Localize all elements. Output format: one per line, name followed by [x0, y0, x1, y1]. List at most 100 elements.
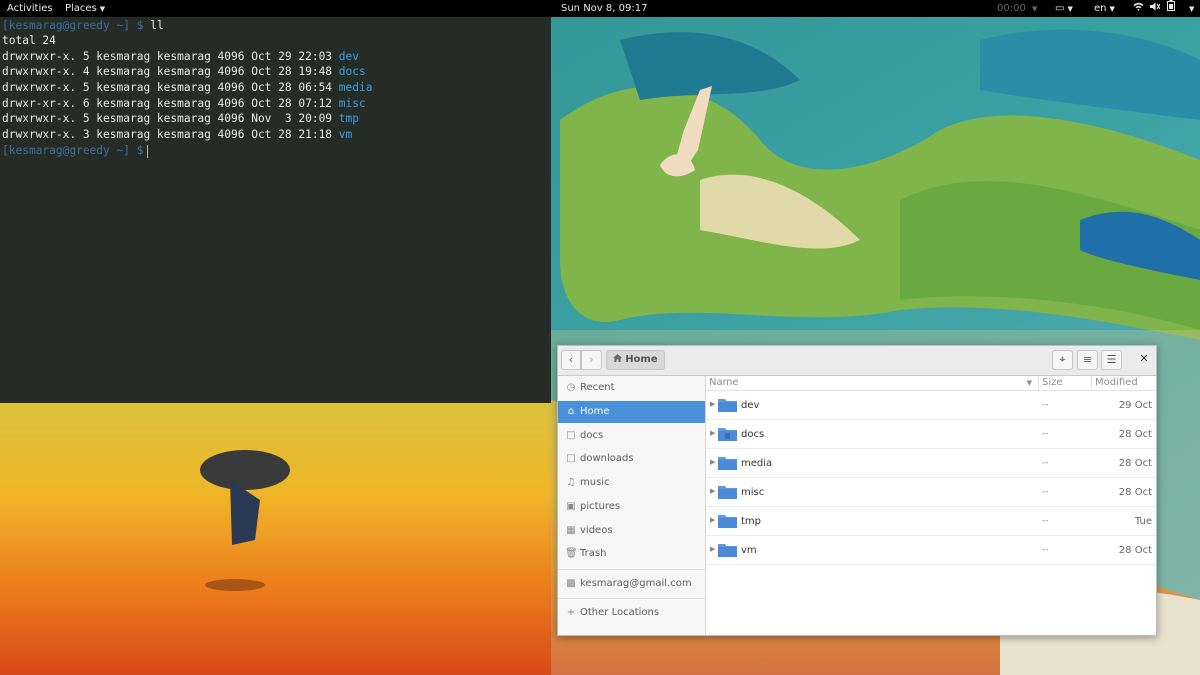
path-home-button[interactable]: Home — [606, 350, 665, 370]
terminal-entry: drwxrwxr-x. 5 kesmarag kesmarag 4096 Oct… — [2, 80, 372, 95]
expand-arrow-icon[interactable]: ▶ — [710, 545, 715, 553]
terminal-entry-name: docs — [338, 65, 366, 78]
folder-icon — [718, 485, 737, 499]
file-modified: 28 Oct — [1118, 429, 1152, 440]
clock[interactable]: Sun Nov 8, 09:17 — [561, 0, 647, 17]
sidebar-item-account[interactable]: ▩ kesmarag@gmail.com — [558, 573, 705, 595]
terminal-prompt: [kesmarag@greedy ~] $ — [2, 19, 144, 32]
expand-arrow-icon[interactable]: ▶ — [710, 429, 715, 437]
column-header-size[interactable]: Size — [1039, 376, 1092, 390]
column-header-label: Name — [709, 377, 739, 388]
sidebar: ◷ Recent ⌂ Home □ docs □ downloads ♫ music ▣ p… — [558, 376, 706, 635]
table-row[interactable]: ▶ tmp -- Tue — [706, 507, 1156, 536]
close-icon: ✕ — [1139, 352, 1149, 365]
table-row[interactable]: ▶ docs -- 28 Oct — [706, 420, 1156, 449]
table-row[interactable]: ▶ misc -- 28 Oct — [706, 478, 1156, 507]
terminal-entry: drwxr-xr-x. 6 kesmarag kesmarag 4096 Oct… — [2, 96, 366, 111]
expand-arrow-icon[interactable]: ▶ — [710, 487, 715, 495]
chevron-right-icon: › — [589, 353, 594, 366]
system-menu-chevron-icon[interactable]: ▼ — [1186, 0, 1194, 17]
chevron-down-icon: ▼ — [1032, 5, 1038, 13]
table-row[interactable]: ▶ media -- 28 Oct — [706, 449, 1156, 478]
menu-button[interactable]: ☰ — [1101, 350, 1122, 370]
sidebar-divider — [558, 569, 705, 570]
location-button[interactable]: ⌖ — [1052, 350, 1073, 370]
sidebar-item-docs[interactable]: □ docs — [558, 425, 705, 447]
media-time-label: 00:00 — [997, 3, 1026, 14]
file-list: Name ▼ Size Modified ▶ dev -- 29 Oct ▶ d… — [706, 376, 1156, 635]
chevron-down-icon: ▼ — [1109, 5, 1115, 13]
media-time[interactable]: 00:00 ▼ — [997, 0, 1037, 17]
file-manager-window: ‹ › Home ⌖ ≡ ☰ ✕ ◷ Recent ⌂ Home □ docs □ do… — [557, 345, 1157, 636]
back-button[interactable]: ‹ — [561, 350, 581, 370]
sidebar-item-trash[interactable]: 🗑 Trash — [558, 543, 705, 565]
file-modified: 28 Oct — [1118, 487, 1152, 498]
file-size: -- — [1042, 545, 1049, 555]
terminal-entry-name: vm — [338, 128, 353, 141]
sidebar-item-label: Other Locations — [580, 607, 660, 618]
sidebar-item-videos[interactable]: ▦ videos — [558, 520, 705, 542]
terminal-entry: drwxrwxr-x. 4 kesmarag kesmarag 4096 Oct… — [2, 64, 366, 79]
view-list-button[interactable]: ≡ — [1077, 350, 1098, 370]
activities-button[interactable]: Activities — [7, 0, 53, 17]
terminal-input-line[interactable]: [kesmarag@greedy ~] $ — [2, 143, 149, 158]
battery-icon[interactable] — [1167, 0, 1175, 17]
sidebar-item-music[interactable]: ♫ music — [558, 472, 705, 494]
top-bar: Activities Places ▼ Sun Nov 8, 09:17 00:0… — [0, 0, 1200, 17]
chevron-down-icon: ▼ — [99, 5, 106, 13]
close-button[interactable]: ✕ — [1134, 350, 1154, 370]
clipboard-icon[interactable]: ▭ ▼ — [1055, 0, 1073, 17]
terminal-entry-meta: drwxrwxr-x. 5 kesmarag kesmarag 4096 Nov… — [2, 112, 339, 125]
terminal-entry-name: tmp — [338, 112, 359, 125]
plus-icon: + — [566, 607, 576, 618]
terminal-command: ll — [150, 19, 164, 32]
terminal-entry: drwxrwxr-x. 5 kesmarag kesmarag 4096 Oct… — [2, 49, 359, 64]
file-size: -- — [1042, 516, 1049, 526]
sidebar-item-label: Trash — [580, 548, 607, 559]
table-row[interactable]: ▶ vm -- 28 Oct — [706, 536, 1156, 565]
sidebar-item-downloads[interactable]: □ downloads — [558, 448, 705, 470]
hamburger-icon: ☰ — [1106, 353, 1117, 366]
folder-icon: □ — [566, 430, 576, 441]
sidebar-item-other-locations[interactable]: + Other Locations — [558, 602, 705, 624]
expand-arrow-icon[interactable]: ▶ — [710, 458, 715, 466]
column-header-name[interactable]: Name ▼ — [706, 376, 1039, 390]
chevron-left-icon: ‹ — [568, 353, 574, 366]
documents-folder-icon — [718, 427, 737, 441]
file-modified: 28 Oct — [1118, 458, 1152, 469]
table-row[interactable]: ▶ dev -- 29 Oct — [706, 391, 1156, 420]
sidebar-divider — [558, 598, 705, 599]
sort-down-icon: ▼ — [1026, 379, 1032, 387]
language-menu[interactable]: en ▼ — [1094, 0, 1115, 17]
file-name: media — [741, 458, 773, 469]
terminal-command-line: [kesmarag@greedy ~] $ ll — [2, 18, 164, 33]
folder-icon — [718, 456, 737, 470]
path-home-label: Home — [625, 354, 658, 365]
sidebar-item-home[interactable]: ⌂ Home — [558, 401, 705, 423]
sidebar-item-label: videos — [580, 525, 613, 536]
sidebar-item-label: pictures — [580, 501, 621, 512]
sidebar-item-recent[interactable]: ◷ Recent — [558, 377, 705, 399]
clock-icon: ◷ — [566, 382, 576, 393]
file-name: misc — [741, 487, 765, 498]
terminal-window[interactable]: [kesmarag@greedy ~] $ ll total 24 drwxrw… — [0, 17, 551, 403]
terminal-entry-name: dev — [338, 50, 359, 63]
expand-arrow-icon[interactable]: ▶ — [710, 516, 715, 524]
terminal-entry-meta: drwxrwxr-x. 4 kesmarag kesmarag 4096 Oct… — [2, 65, 339, 78]
sidebar-item-pictures[interactable]: ▣ pictures — [558, 496, 705, 518]
places-menu[interactable]: Places ▼ — [65, 0, 105, 17]
file-name: vm — [741, 545, 757, 556]
terminal-cursor — [147, 144, 149, 158]
terminal-entry-meta: drwxrwxr-x. 5 kesmarag kesmarag 4096 Oct… — [2, 50, 339, 63]
terminal-entry-meta: drwxrwxr-x. 3 kesmarag kesmarag 4096 Oct… — [2, 128, 339, 141]
places-label: Places — [65, 3, 97, 14]
column-header-modified[interactable]: Modified — [1092, 376, 1156, 390]
terminal-entry-meta: drwxr-xr-x. 6 kesmarag kesmarag 4096 Oct… — [2, 97, 339, 110]
volume-icon[interactable] — [1150, 0, 1161, 17]
file-size: -- — [1042, 400, 1049, 410]
folder-icon: □ — [566, 453, 576, 464]
forward-button[interactable]: › — [581, 350, 602, 370]
wifi-icon[interactable] — [1133, 0, 1144, 17]
chevron-down-icon: ▼ — [1067, 5, 1073, 13]
expand-arrow-icon[interactable]: ▶ — [710, 400, 715, 408]
